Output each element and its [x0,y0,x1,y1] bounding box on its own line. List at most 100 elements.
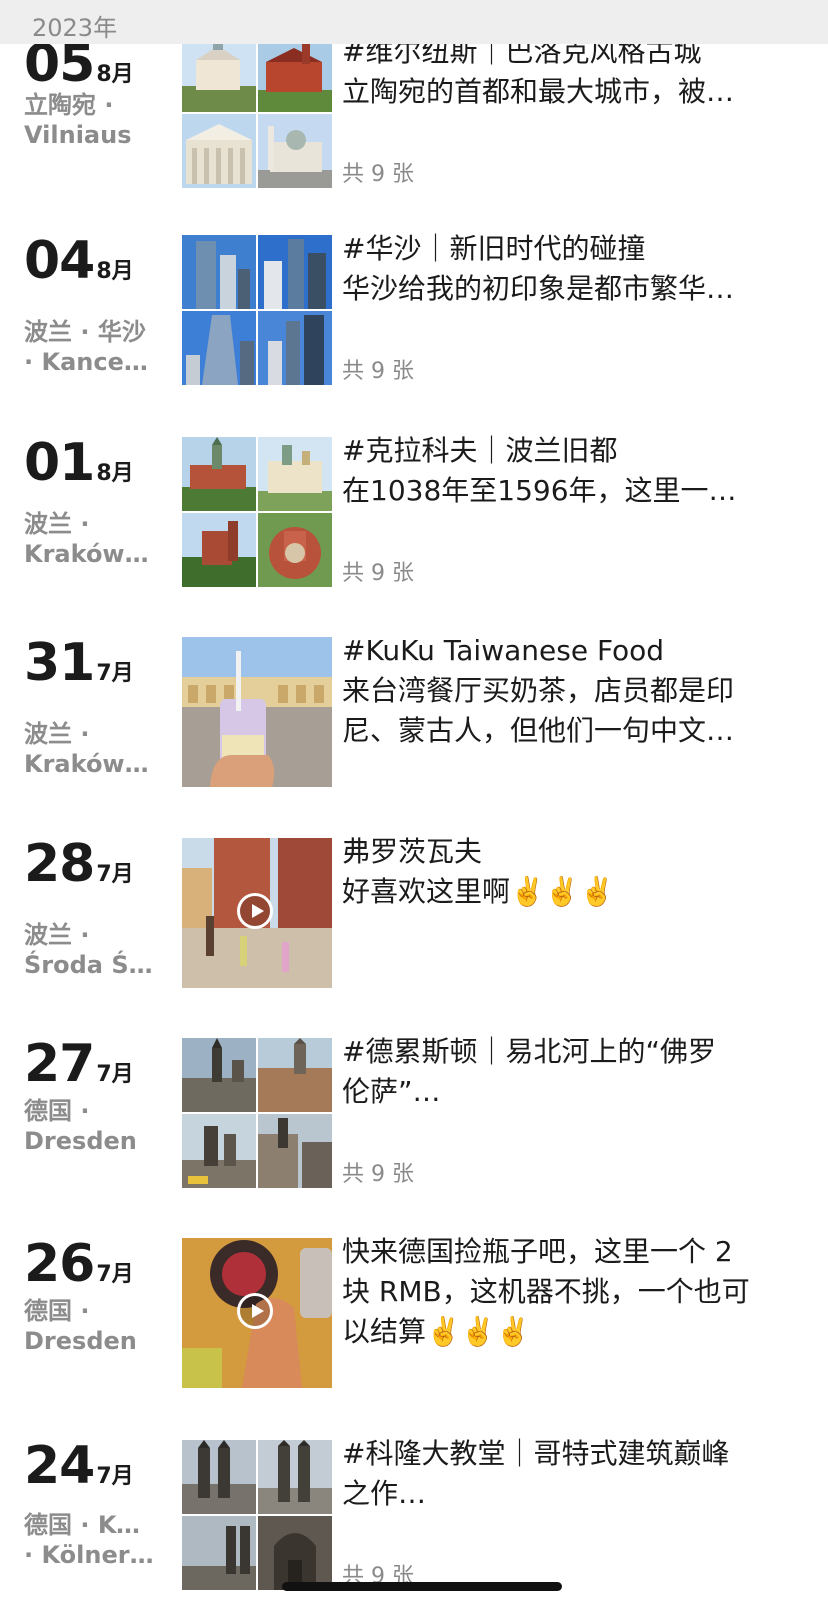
entry-date: 048月 [24,235,134,287]
entry-location-detail: Kraków… [24,750,149,778]
entry-excerpt-continued: 以结算✌️✌️✌️ [342,1315,531,1348]
entry-text: 弗罗茨瓦夫 好喜欢这里啊✌️✌️✌️ [342,832,798,912]
entry-day: 01 [24,433,95,493]
photo-grid[interactable] [182,38,332,188]
entry-excerpt: 好喜欢这里啊✌️✌️✌️ [342,875,615,908]
year-label: 2023年 [32,14,118,42]
photo-thumbnail[interactable] [258,513,332,587]
photo-count: 共 9 张 [342,359,414,384]
entry-excerpt: 华沙给我的初印象是都市繁华… [342,272,735,305]
moment-entry[interactable]: 287月 波兰 · Środa Śl… 弗罗茨瓦夫 好喜欢这里啊✌️✌️✌️ [0,835,828,994]
entry-location: 立陶宛 · [24,91,114,119]
entry-location: 波兰 · [24,720,90,748]
entry-location: 波兰 · [24,921,90,949]
entry-month: 8月 [96,259,134,284]
video-thumbnail[interactable] [182,838,332,988]
photo-count: 共 9 张 [342,162,414,187]
entry-title: 快来德国捡瓶子吧，这里一个 2 [342,1235,733,1268]
photo-thumbnail[interactable] [258,114,332,188]
moment-entry[interactable]: 048月 波兰 · 华沙 · Kancel… #华沙｜新旧时代的碰撞 华沙给我的… [0,232,828,391]
photo-thumbnail[interactable] [258,1114,332,1188]
photo-thumbnail[interactable] [182,1516,256,1590]
entry-location: 德国 · [24,1297,90,1325]
photo-thumbnail[interactable] [182,235,256,309]
moment-entry[interactable]: 247月 德国 · Köln · Kölner… #科隆大教堂｜哥特式建筑巅峰 … [0,1437,828,1596]
photo-grid[interactable] [182,1038,332,1188]
photo-thumbnail[interactable] [182,513,256,587]
entry-month: 7月 [96,862,134,887]
entry-date: 058月 [24,38,134,90]
entry-excerpt: 来台湾餐厅买奶茶，店员都是印 [342,674,735,707]
photo-thumbnail[interactable] [182,1038,256,1112]
entry-location-detail: Kraków… [24,540,149,568]
photo-thumbnail[interactable] [182,1114,256,1188]
photo-thumbnail[interactable] [258,38,332,112]
entry-excerpt: 伦萨”… [342,1075,441,1108]
entry-location-detail: Dresden [24,1327,137,1355]
photo-thumbnail[interactable] [182,637,332,787]
entry-excerpt: 在1038年至1596年，这里一… [342,474,737,507]
photo-thumbnail[interactable] [258,1516,332,1590]
photo-thumbnail[interactable] [258,1440,332,1514]
entry-text: #德累斯顿｜易北河上的“佛罗 伦萨”… [342,1032,798,1112]
entry-month: 7月 [96,1062,134,1087]
entry-location-detail: · Kancel… [24,348,156,376]
photo-thumbnail[interactable] [258,1038,332,1112]
entry-location-detail: Dresden [24,1127,137,1155]
play-circle-icon[interactable] [237,893,273,929]
entry-date: 277月 [24,1038,134,1090]
entry-location: 波兰 · 华沙 [24,318,146,346]
photo-grid[interactable] [182,235,332,385]
entry-excerpt: 立陶宛的首都和最大城市，被… [342,75,735,108]
entry-month: 7月 [96,1262,134,1287]
photo-thumbnail[interactable] [182,311,256,385]
photo-thumbnail[interactable] [258,311,332,385]
photo-count: 共 9 张 [342,561,414,586]
entry-day: 26 [24,1234,95,1294]
home-indicator[interactable] [282,1582,562,1591]
entry-location: 波兰 · [24,510,90,538]
entry-month: 7月 [96,661,134,686]
entry-text: #克拉科夫｜波兰旧都 在1038年至1596年，这里一… [342,431,798,511]
photo-thumbnail[interactable] [182,437,256,511]
entry-text: #科隆大教堂｜哥特式建筑巅峰 之作… [342,1434,798,1514]
entry-title: 弗罗茨瓦夫 [342,835,483,868]
moment-entry[interactable]: 277月 德国 · Dresden #德累斯顿｜易北河上的“佛罗 伦萨”… 共 … [0,1035,828,1194]
entry-text: 快来德国捡瓶子吧，这里一个 2 块 RMB，这机器不挑，一个也可 以结算✌️✌️… [342,1232,798,1352]
entry-location: 德国 · [24,1097,90,1125]
entry-text: #KuKu Taiwanese Food 来台湾餐厅买奶茶，店员都是印 尼、蒙古… [342,631,798,751]
entry-location-detail: Vilniaus [24,121,132,149]
entry-excerpt-continued: 尼、蒙古人，但他们一句中文… [342,714,735,747]
photo-thumbnail[interactable] [258,235,332,309]
video-thumbnail[interactable] [182,1238,332,1388]
entry-month: 8月 [96,461,134,486]
entry-location-detail: · Kölner… [24,1541,154,1569]
entry-day: 27 [24,1034,95,1094]
entry-day: 24 [24,1436,95,1496]
entry-day: 04 [24,231,95,291]
photo-grid[interactable] [182,437,332,587]
photo-thumbnail[interactable] [182,1440,256,1514]
moment-entry[interactable]: 058月 立陶宛 · Vilniaus #维尔纽斯｜巴洛克风格古城 立陶宛的首都… [0,35,828,194]
photo-grid[interactable] [182,1440,332,1590]
photo-thumbnail[interactable] [258,437,332,511]
year-header: 2023年 [0,0,828,44]
entry-date: 287月 [24,838,134,890]
entry-title: #科隆大教堂｜哥特式建筑巅峰 [342,1437,730,1470]
moment-entry[interactable]: 018月 波兰 · Kraków… #克拉科夫｜波兰旧都 在1038年至1596… [0,434,828,593]
entry-date: 317月 [24,637,134,689]
entry-date: 267月 [24,1238,134,1290]
entry-title: #克拉科夫｜波兰旧都 [342,434,618,467]
entry-location: 德国 · Köln [24,1511,156,1539]
entry-excerpt: 块 RMB，这机器不挑，一个也可 [342,1275,750,1308]
play-circle-icon[interactable] [237,1293,273,1329]
photo-thumbnail[interactable] [182,114,256,188]
moment-entry[interactable]: 317月 波兰 · Kraków… #KuKu Taiwanese Food 来… [0,634,828,793]
entry-day: 31 [24,633,95,693]
entry-month: 8月 [96,62,134,87]
moment-entry[interactable]: 267月 德国 · Dresden 快来德国捡瓶子吧，这里一个 2 块 RMB，… [0,1235,828,1394]
entry-day: 28 [24,834,95,894]
photo-thumbnail[interactable] [182,38,256,112]
entry-title: #德累斯顿｜易北河上的“佛罗 [342,1035,716,1068]
entry-title: #KuKu Taiwanese Food [342,634,665,667]
